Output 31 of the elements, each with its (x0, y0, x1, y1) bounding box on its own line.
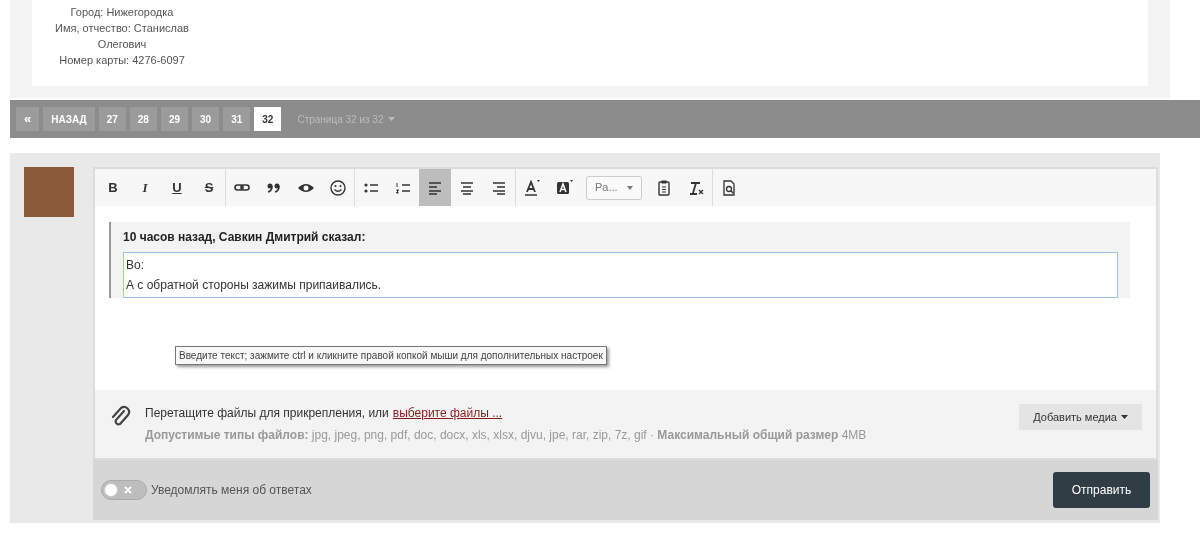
tooltip: Введите текст; зажмите ctrl и кликните правой копкой мыши для дополнительных настроек (175, 346, 607, 365)
choose-files-link[interactable]: выберите файлы ... (392, 404, 503, 422)
page-button[interactable]: 32 (254, 107, 282, 131)
caret-icon (1121, 415, 1128, 419)
clipboard-icon (655, 178, 673, 197)
paragraph-format-dropdown[interactable]: Pa... (586, 175, 642, 200)
allowed-file-types: Допустимые типы файлов: jpg, jpeg, png, pdf, doc, docx, xls, xlsx, djvu, jpe, rar, zip, 7z, gif · Максимальный общий размер 4MB (145, 427, 868, 444)
avatar-photo-placeholder (24, 167, 74, 217)
text-color-icon (523, 178, 541, 197)
smiley-icon (329, 178, 347, 197)
document-preview-icon (720, 178, 738, 197)
italic-button[interactable]: I (129, 169, 161, 206)
attach-instruction: Перетащите файлы для прикрепления, или (145, 405, 389, 422)
profile-field: Город: Нижегородка (32, 4, 212, 20)
profile-field: Имя, отчество: Станислав Олегович (32, 20, 212, 52)
background-color-icon (555, 178, 573, 197)
close-icon (124, 486, 132, 494)
strikethrough-button[interactable]: S (193, 169, 225, 206)
add-media-button[interactable]: Добавить медиа (1019, 404, 1142, 430)
bold-button[interactable]: B (97, 169, 129, 206)
send-button[interactable]: Отправить (1053, 472, 1150, 508)
quote-text-field[interactable]: Во: А с обратной стороны зажимы припаивались. (123, 252, 1118, 298)
caret-icon (627, 185, 633, 190)
notify-toggle[interactable] (101, 480, 147, 500)
underline-button[interactable]: U (161, 169, 193, 206)
align-left-button[interactable] (419, 169, 451, 206)
notify-label: Уведомлять меня об ответах (151, 482, 312, 499)
caret-icon (387, 117, 395, 121)
profile-field: Номер карты: 4276-6097 (32, 52, 212, 68)
paperclip-icon (109, 404, 131, 428)
quote-author: 10 часов назад, Савкин Дмитрий сказал: (122, 229, 367, 246)
